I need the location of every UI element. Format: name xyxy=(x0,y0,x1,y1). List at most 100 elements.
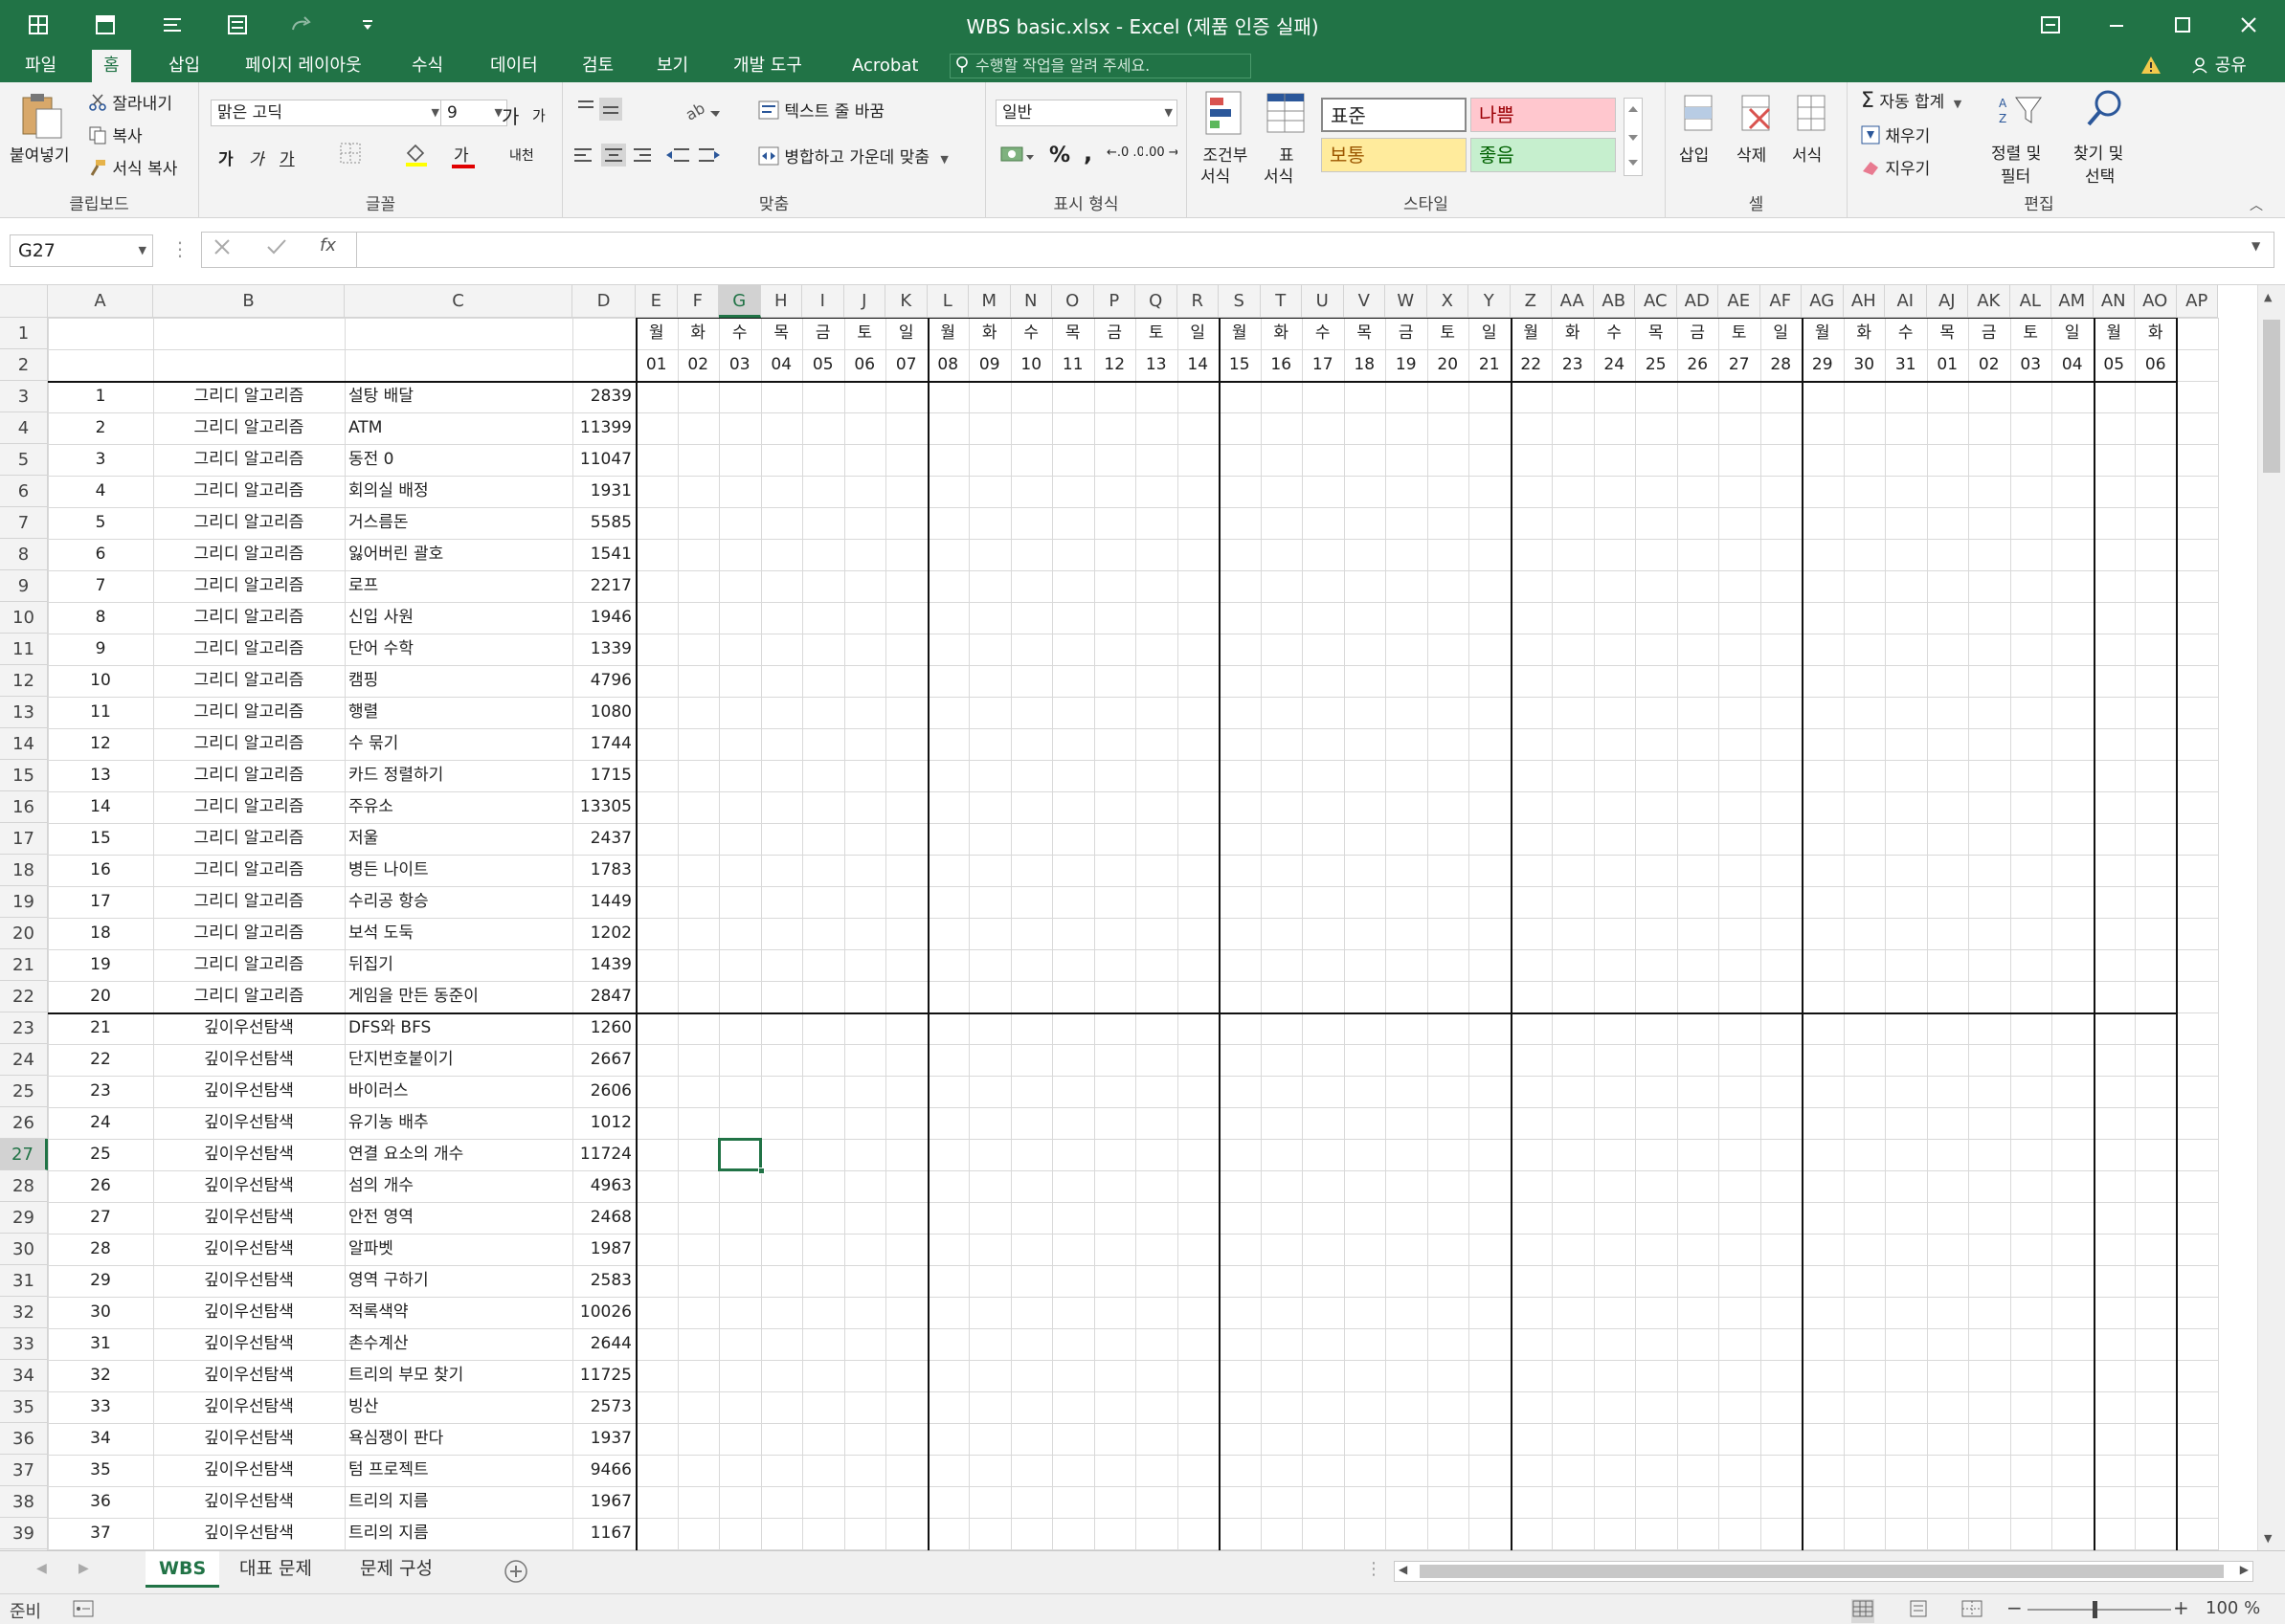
cell-category[interactable]: 그리디 알고리즘 xyxy=(157,918,341,949)
cell-problem[interactable]: 동전 0 xyxy=(348,444,569,476)
cell-problem[interactable]: ATM xyxy=(348,412,569,444)
insert-cells-icon[interactable] xyxy=(1679,90,1717,143)
sort-filter-button[interactable]: 정렬 및 xyxy=(1991,140,2041,164)
share-button[interactable]: 공유 xyxy=(2192,50,2247,82)
fill-handle[interactable] xyxy=(757,1168,765,1174)
day-number-cell[interactable]: 23 xyxy=(1552,349,1594,381)
sheet-tab-wbs[interactable]: WBS xyxy=(146,1551,220,1588)
cell-category[interactable]: 그리디 알고리즘 xyxy=(157,444,341,476)
cell-category[interactable]: 그리디 알고리즘 xyxy=(157,665,341,697)
cell-category[interactable]: 깊이우선탐색 xyxy=(157,1044,341,1076)
cell-problem[interactable]: 바이러스 xyxy=(348,1076,569,1107)
day-number-cell[interactable]: 14 xyxy=(1177,349,1220,381)
next-sheet-icon[interactable]: ▶ xyxy=(78,1561,89,1576)
tab-acrobat[interactable]: Acrobat xyxy=(840,50,930,82)
column-header-F[interactable]: F xyxy=(677,285,719,318)
cell-problem-id[interactable]: 1439 xyxy=(576,949,632,981)
cell-no[interactable]: 34 xyxy=(52,1423,149,1455)
cell-category[interactable]: 그리디 알고리즘 xyxy=(157,855,341,886)
column-header-B[interactable]: B xyxy=(153,285,345,318)
cell-no[interactable]: 16 xyxy=(52,855,149,886)
column-header-AE[interactable]: AE xyxy=(1718,285,1760,318)
row-header[interactable]: 21 xyxy=(0,949,48,981)
enter-icon[interactable] xyxy=(266,237,287,260)
day-name-cell[interactable]: 토 xyxy=(1135,318,1177,349)
fill-button[interactable]: 채우기 xyxy=(1861,122,1930,146)
day-name-cell[interactable]: 화 xyxy=(1552,318,1594,349)
macro-record-icon[interactable] xyxy=(73,1600,94,1622)
cell-problem-id[interactable]: 13305 xyxy=(576,791,632,823)
column-header-G[interactable]: G xyxy=(719,285,761,318)
font-color-button[interactable]: 가 xyxy=(452,142,475,168)
cell-category[interactable]: 깊이우선탐색 xyxy=(157,1486,341,1518)
style-neutral[interactable]: 보통 xyxy=(1321,138,1467,172)
cell-category[interactable]: 깊이우선탐색 xyxy=(157,1107,341,1139)
cell-category[interactable]: 깊이우선탐색 xyxy=(157,1518,341,1549)
day-name-cell[interactable]: 금 xyxy=(802,318,844,349)
collapse-ribbon-icon[interactable]: ︿ xyxy=(2250,195,2263,214)
day-number-cell[interactable]: 10 xyxy=(1011,349,1053,381)
day-name-cell[interactable]: 화 xyxy=(1844,318,1886,349)
day-name-cell[interactable]: 화 xyxy=(2135,318,2177,349)
cell-problem[interactable]: 연결 요소의 개수 xyxy=(348,1139,569,1170)
cell-no[interactable]: 4 xyxy=(52,476,149,507)
cell-problem-id[interactable]: 9466 xyxy=(576,1455,632,1486)
cell-problem-id[interactable]: 1541 xyxy=(576,539,632,570)
cell-category[interactable]: 깊이우선탐색 xyxy=(157,1423,341,1455)
column-header-AK[interactable]: AK xyxy=(1968,285,2010,318)
cell-problem-id[interactable]: 2583 xyxy=(576,1265,632,1297)
column-header-AI[interactable]: AI xyxy=(1885,285,1927,318)
column-header-E[interactable]: E xyxy=(636,285,678,318)
worksheet-grid[interactable]: A B C D E F G H I J K L M N O P Q R S T U V W X Y Z AA AB AC AD AE AF AG… xyxy=(0,285,2257,1550)
cell-problem-id[interactable]: 2573 xyxy=(576,1391,632,1423)
day-name-cell[interactable]: 월 xyxy=(1802,318,1844,349)
cell-no[interactable]: 23 xyxy=(52,1076,149,1107)
cell-category[interactable]: 그리디 알고리즘 xyxy=(157,949,341,981)
cell-problem-id[interactable]: 1260 xyxy=(576,1012,632,1044)
row-header[interactable]: 37 xyxy=(0,1455,48,1486)
day-name-cell[interactable]: 수 xyxy=(1011,318,1053,349)
cell-problem-id[interactable]: 1987 xyxy=(576,1234,632,1265)
shrink-font-button[interactable]: 가 xyxy=(532,105,546,125)
day-name-cell[interactable]: 일 xyxy=(1177,318,1220,349)
cell-problem[interactable]: 트리의 지름 xyxy=(348,1518,569,1549)
cell-category[interactable]: 깊이우선탐색 xyxy=(157,1297,341,1328)
hscroll-thumb[interactable] xyxy=(1420,1565,2224,1578)
cell-problem[interactable]: 촌수계산 xyxy=(348,1328,569,1360)
column-header-S[interactable]: S xyxy=(1219,285,1261,318)
day-number-cell[interactable]: 01 xyxy=(1927,349,1969,381)
tab-view[interactable]: 보기 xyxy=(645,50,700,82)
cell-problem[interactable]: 주유소 xyxy=(348,791,569,823)
row-header[interactable]: 38 xyxy=(0,1486,48,1518)
underline-button[interactable]: 가 xyxy=(280,145,295,169)
cell-problem-id[interactable]: 1946 xyxy=(576,602,632,634)
cell-no[interactable]: 14 xyxy=(52,791,149,823)
cell-category[interactable]: 그리디 알고리즘 xyxy=(157,981,341,1012)
cell-problem-id[interactable]: 11047 xyxy=(576,444,632,476)
cell-no[interactable]: 25 xyxy=(52,1139,149,1170)
selected-cell[interactable] xyxy=(718,1138,762,1171)
cell-no[interactable]: 29 xyxy=(52,1265,149,1297)
bold-button[interactable]: 가 xyxy=(218,145,234,169)
merge-center-button[interactable]: 병합하고 가운데 맞춤 ▼ xyxy=(758,144,949,167)
column-header-AA[interactable]: AA xyxy=(1552,285,1594,318)
cell-problem-id[interactable]: 10026 xyxy=(576,1297,632,1328)
day-number-cell[interactable]: 06 xyxy=(2135,349,2177,381)
column-header-T[interactable]: T xyxy=(1260,285,1302,318)
day-number-cell[interactable]: 24 xyxy=(1594,349,1636,381)
cell-problem[interactable]: 트리의 지름 xyxy=(348,1486,569,1518)
cell-no[interactable]: 2 xyxy=(52,412,149,444)
row-header[interactable]: 17 xyxy=(0,823,48,855)
cell-category[interactable]: 그리디 알고리즘 xyxy=(157,602,341,634)
row-header[interactable]: 35 xyxy=(0,1391,48,1423)
cell-problem[interactable]: 저울 xyxy=(348,823,569,855)
column-header-J[interactable]: J xyxy=(843,285,885,318)
cell-problem[interactable]: 회의실 배정 xyxy=(348,476,569,507)
cell-category[interactable]: 그리디 알고리즘 xyxy=(157,507,341,539)
day-number-cell[interactable]: 21 xyxy=(1468,349,1511,381)
align-top-icon[interactable] xyxy=(576,98,634,125)
cell-problem[interactable]: 행렬 xyxy=(348,697,569,728)
prev-sheet-icon[interactable]: ◀ xyxy=(36,1561,47,1576)
column-header-O[interactable]: O xyxy=(1052,285,1094,318)
row-header[interactable]: 36 xyxy=(0,1423,48,1455)
